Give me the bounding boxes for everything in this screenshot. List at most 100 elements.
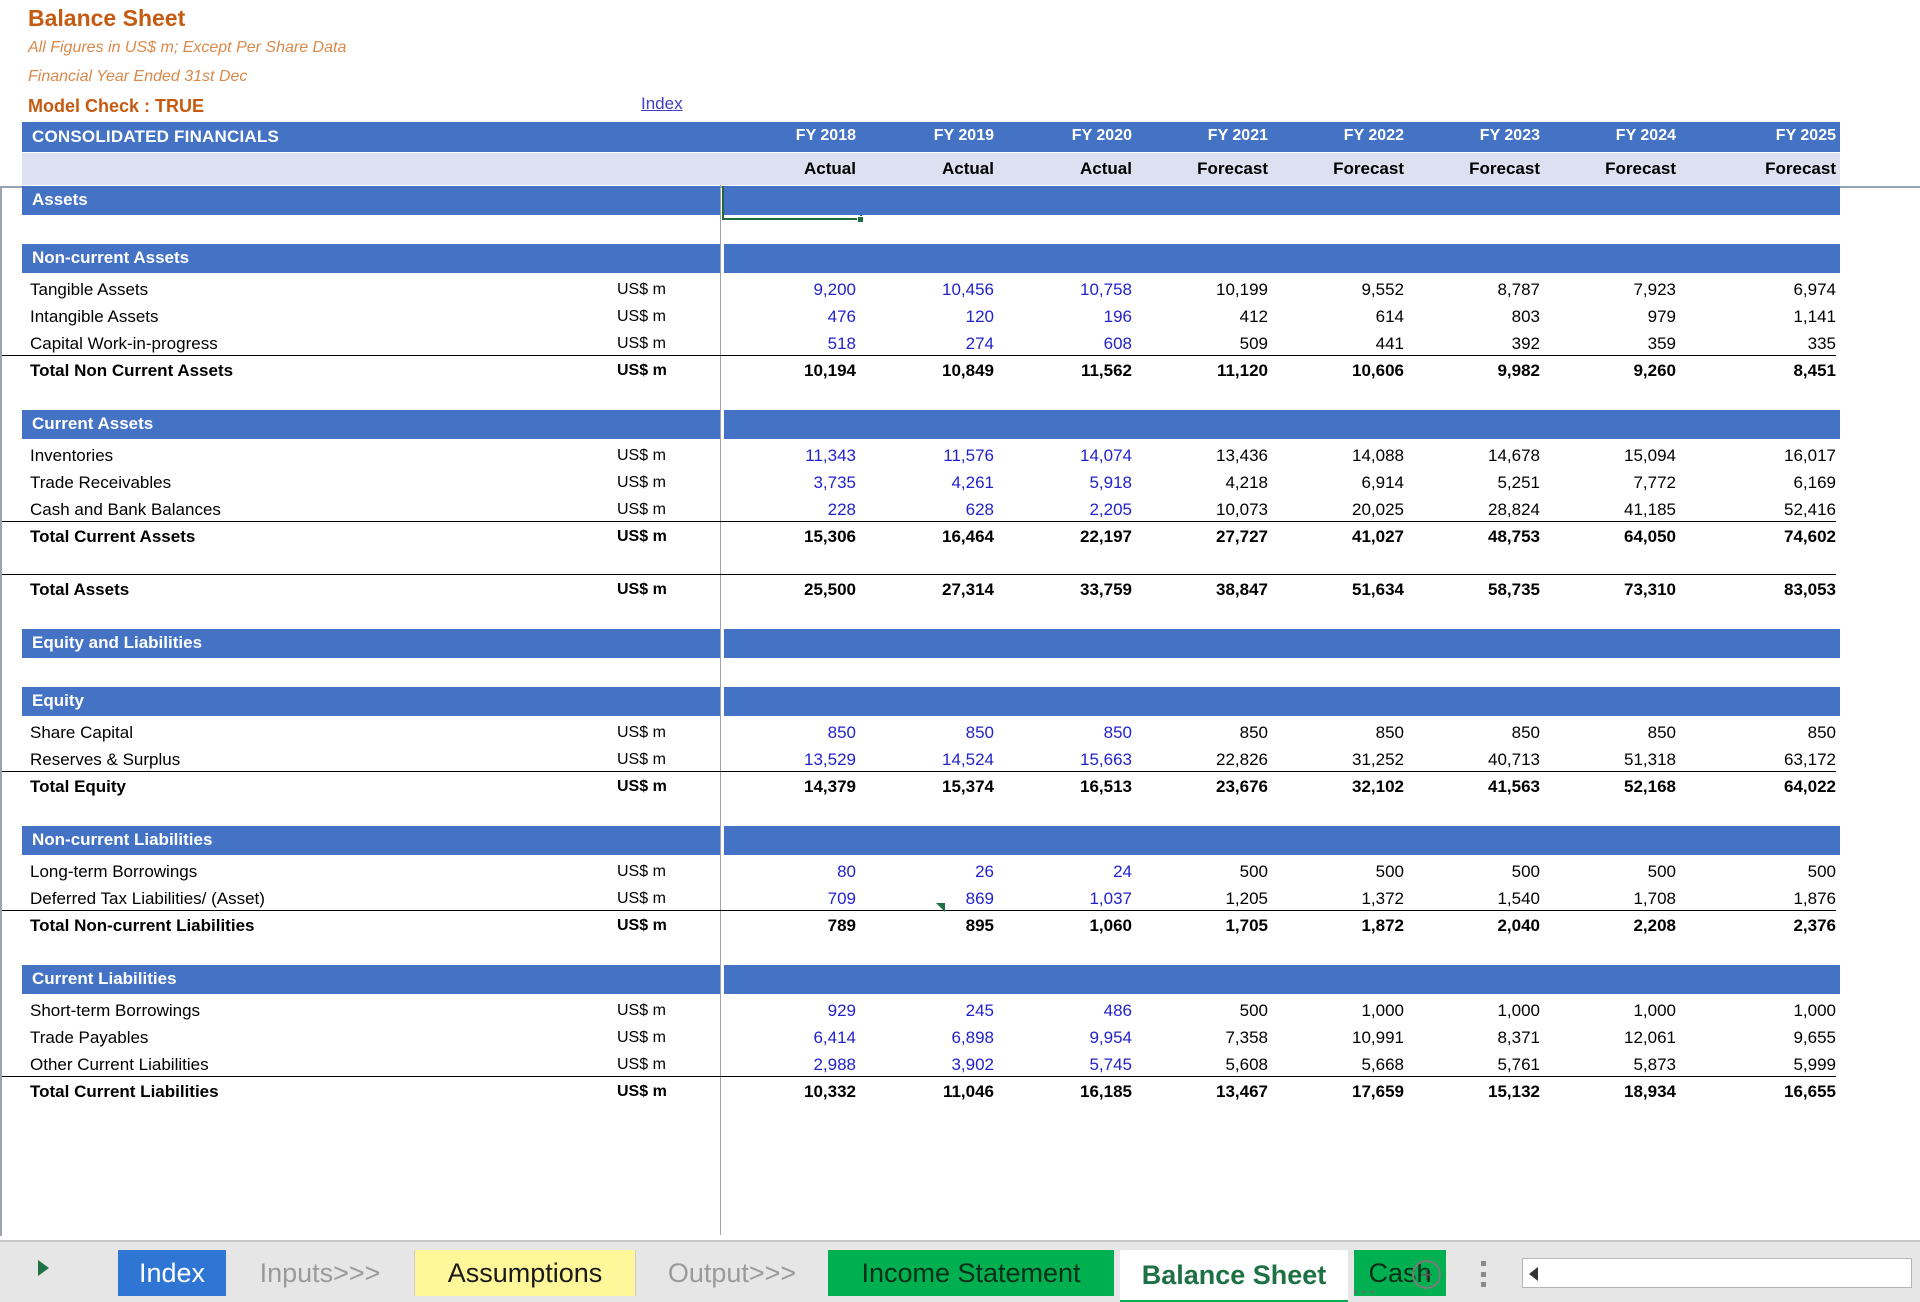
cell-value[interactable]: 25,500	[728, 580, 856, 600]
cell-value[interactable]: 228	[728, 500, 856, 520]
cell-value[interactable]: 850	[728, 723, 856, 743]
cell-value[interactable]: 52,416	[1708, 500, 1836, 520]
cell-value[interactable]: 2,208	[1548, 916, 1676, 936]
cell-value[interactable]: 6,414	[728, 1028, 856, 1048]
cell-value[interactable]: 518	[728, 334, 856, 354]
cell-value[interactable]: 7,772	[1548, 473, 1676, 493]
cell-value[interactable]: 74,602	[1708, 527, 1836, 547]
cell-value[interactable]: 500	[1140, 862, 1268, 882]
cell-value[interactable]: 38,847	[1140, 580, 1268, 600]
cell-value[interactable]: 1,876	[1708, 889, 1836, 909]
cell-value[interactable]: 22,826	[1140, 750, 1268, 770]
cell-value[interactable]: 869	[866, 889, 994, 909]
cell-value[interactable]: 9,260	[1548, 361, 1676, 381]
cell-value[interactable]: 58,735	[1412, 580, 1540, 600]
cell-value[interactable]: 9,552	[1276, 280, 1404, 300]
cell-value[interactable]: 2,376	[1708, 916, 1836, 936]
cell-value[interactable]: 2,205	[1004, 500, 1132, 520]
cell-value[interactable]: 4,218	[1140, 473, 1268, 493]
cell-value[interactable]: 27,314	[866, 580, 994, 600]
cell-value[interactable]: 850	[1548, 723, 1676, 743]
sheet-tab-assumptions[interactable]: Assumptions	[414, 1250, 636, 1296]
cell-value[interactable]: 40,713	[1412, 750, 1540, 770]
cell-value[interactable]: 10,332	[728, 1082, 856, 1102]
cell-value[interactable]: 3,735	[728, 473, 856, 493]
cell-value[interactable]: 5,873	[1548, 1055, 1676, 1075]
cell-value[interactable]: 9,982	[1412, 361, 1540, 381]
cell-value[interactable]: 803	[1412, 307, 1540, 327]
cell-value[interactable]: 1,372	[1276, 889, 1404, 909]
cell-value[interactable]: 11,120	[1140, 361, 1268, 381]
cell-value[interactable]: 7,358	[1140, 1028, 1268, 1048]
cell-value[interactable]: 850	[1276, 723, 1404, 743]
cell-value[interactable]: 16,017	[1708, 446, 1836, 466]
cell-value[interactable]: 3,902	[866, 1055, 994, 1075]
cell-value[interactable]: 1,000	[1276, 1001, 1404, 1021]
cell-value[interactable]: 196	[1004, 307, 1132, 327]
cell-value[interactable]: 1,141	[1708, 307, 1836, 327]
cell-value[interactable]: 628	[866, 500, 994, 520]
cell-value[interactable]: 5,999	[1708, 1055, 1836, 1075]
cell-value[interactable]: 52,168	[1548, 777, 1676, 797]
cell-value[interactable]: 274	[866, 334, 994, 354]
cell-value[interactable]: 1,708	[1548, 889, 1676, 909]
cell-value[interactable]: 10,849	[866, 361, 994, 381]
cell-value[interactable]: 1,000	[1548, 1001, 1676, 1021]
cell-value[interactable]: 24	[1004, 862, 1132, 882]
cell-value[interactable]: 16,513	[1004, 777, 1132, 797]
cell-value[interactable]: 979	[1548, 307, 1676, 327]
cell-value[interactable]: 614	[1276, 307, 1404, 327]
cell-value[interactable]: 48,753	[1412, 527, 1540, 547]
cell-value[interactable]: 51,634	[1276, 580, 1404, 600]
cell-value[interactable]: 14,074	[1004, 446, 1132, 466]
cell-value[interactable]: 8,451	[1708, 361, 1836, 381]
tab-overflow-ellipsis[interactable]: ...	[1352, 1272, 1378, 1300]
cell-value[interactable]: 9,655	[1708, 1028, 1836, 1048]
cell-value[interactable]: 15,306	[728, 527, 856, 547]
cell-value[interactable]: 709	[728, 889, 856, 909]
cell-value[interactable]: 500	[1548, 862, 1676, 882]
nav-right-arrow-icon[interactable]	[38, 1260, 49, 1276]
cell-value[interactable]: 5,608	[1140, 1055, 1268, 1075]
cell-value[interactable]: 1,060	[1004, 916, 1132, 936]
cell-value[interactable]: 9,954	[1004, 1028, 1132, 1048]
cell-value[interactable]: 11,046	[866, 1082, 994, 1102]
cell-value[interactable]: 26	[866, 862, 994, 882]
sheet-tab-balance-sheet[interactable]: Balance Sheet	[1120, 1250, 1348, 1302]
cell-value[interactable]: 15,094	[1548, 446, 1676, 466]
cell-value[interactable]: 5,668	[1276, 1055, 1404, 1075]
cell-value[interactable]: 14,379	[728, 777, 856, 797]
cell-value[interactable]: 5,761	[1412, 1055, 1540, 1075]
cell-value[interactable]: 608	[1004, 334, 1132, 354]
cell-value[interactable]: 6,914	[1276, 473, 1404, 493]
cell-value[interactable]: 9,200	[728, 280, 856, 300]
cell-value[interactable]: 12,061	[1548, 1028, 1676, 1048]
cell-value[interactable]: 10,758	[1004, 280, 1132, 300]
cell-value[interactable]: 1,540	[1412, 889, 1540, 909]
cell-value[interactable]: 11,562	[1004, 361, 1132, 381]
cell-value[interactable]: 509	[1140, 334, 1268, 354]
cell-value[interactable]: 850	[1412, 723, 1540, 743]
cell-value[interactable]: 500	[1708, 862, 1836, 882]
sheet-tab-inputs-[interactable]: Inputs>>>	[232, 1250, 408, 1296]
cell-value[interactable]: 17,659	[1276, 1082, 1404, 1102]
cell-value[interactable]: 476	[728, 307, 856, 327]
cell-value[interactable]: 14,088	[1276, 446, 1404, 466]
cell-value[interactable]: 850	[1004, 723, 1132, 743]
cell-value[interactable]: 14,524	[866, 750, 994, 770]
cell-value[interactable]: 441	[1276, 334, 1404, 354]
cell-value[interactable]: 33,759	[1004, 580, 1132, 600]
sheet-tab-index[interactable]: Index	[118, 1250, 226, 1296]
cell-value[interactable]: 895	[866, 916, 994, 936]
scrollbar-track[interactable]	[1553, 1260, 1910, 1286]
cell-value[interactable]: 1,000	[1412, 1001, 1540, 1021]
cell-value[interactable]: 41,563	[1412, 777, 1540, 797]
cell-value[interactable]: 41,185	[1548, 500, 1676, 520]
cell-value[interactable]: 23,676	[1140, 777, 1268, 797]
cell-value[interactable]: 28,824	[1412, 500, 1540, 520]
cell-value[interactable]: 27,727	[1140, 527, 1268, 547]
cell-value[interactable]: 1,872	[1276, 916, 1404, 936]
cell-value[interactable]: 6,898	[866, 1028, 994, 1048]
cell-value[interactable]: 8,371	[1412, 1028, 1540, 1048]
cell-value[interactable]: 245	[866, 1001, 994, 1021]
